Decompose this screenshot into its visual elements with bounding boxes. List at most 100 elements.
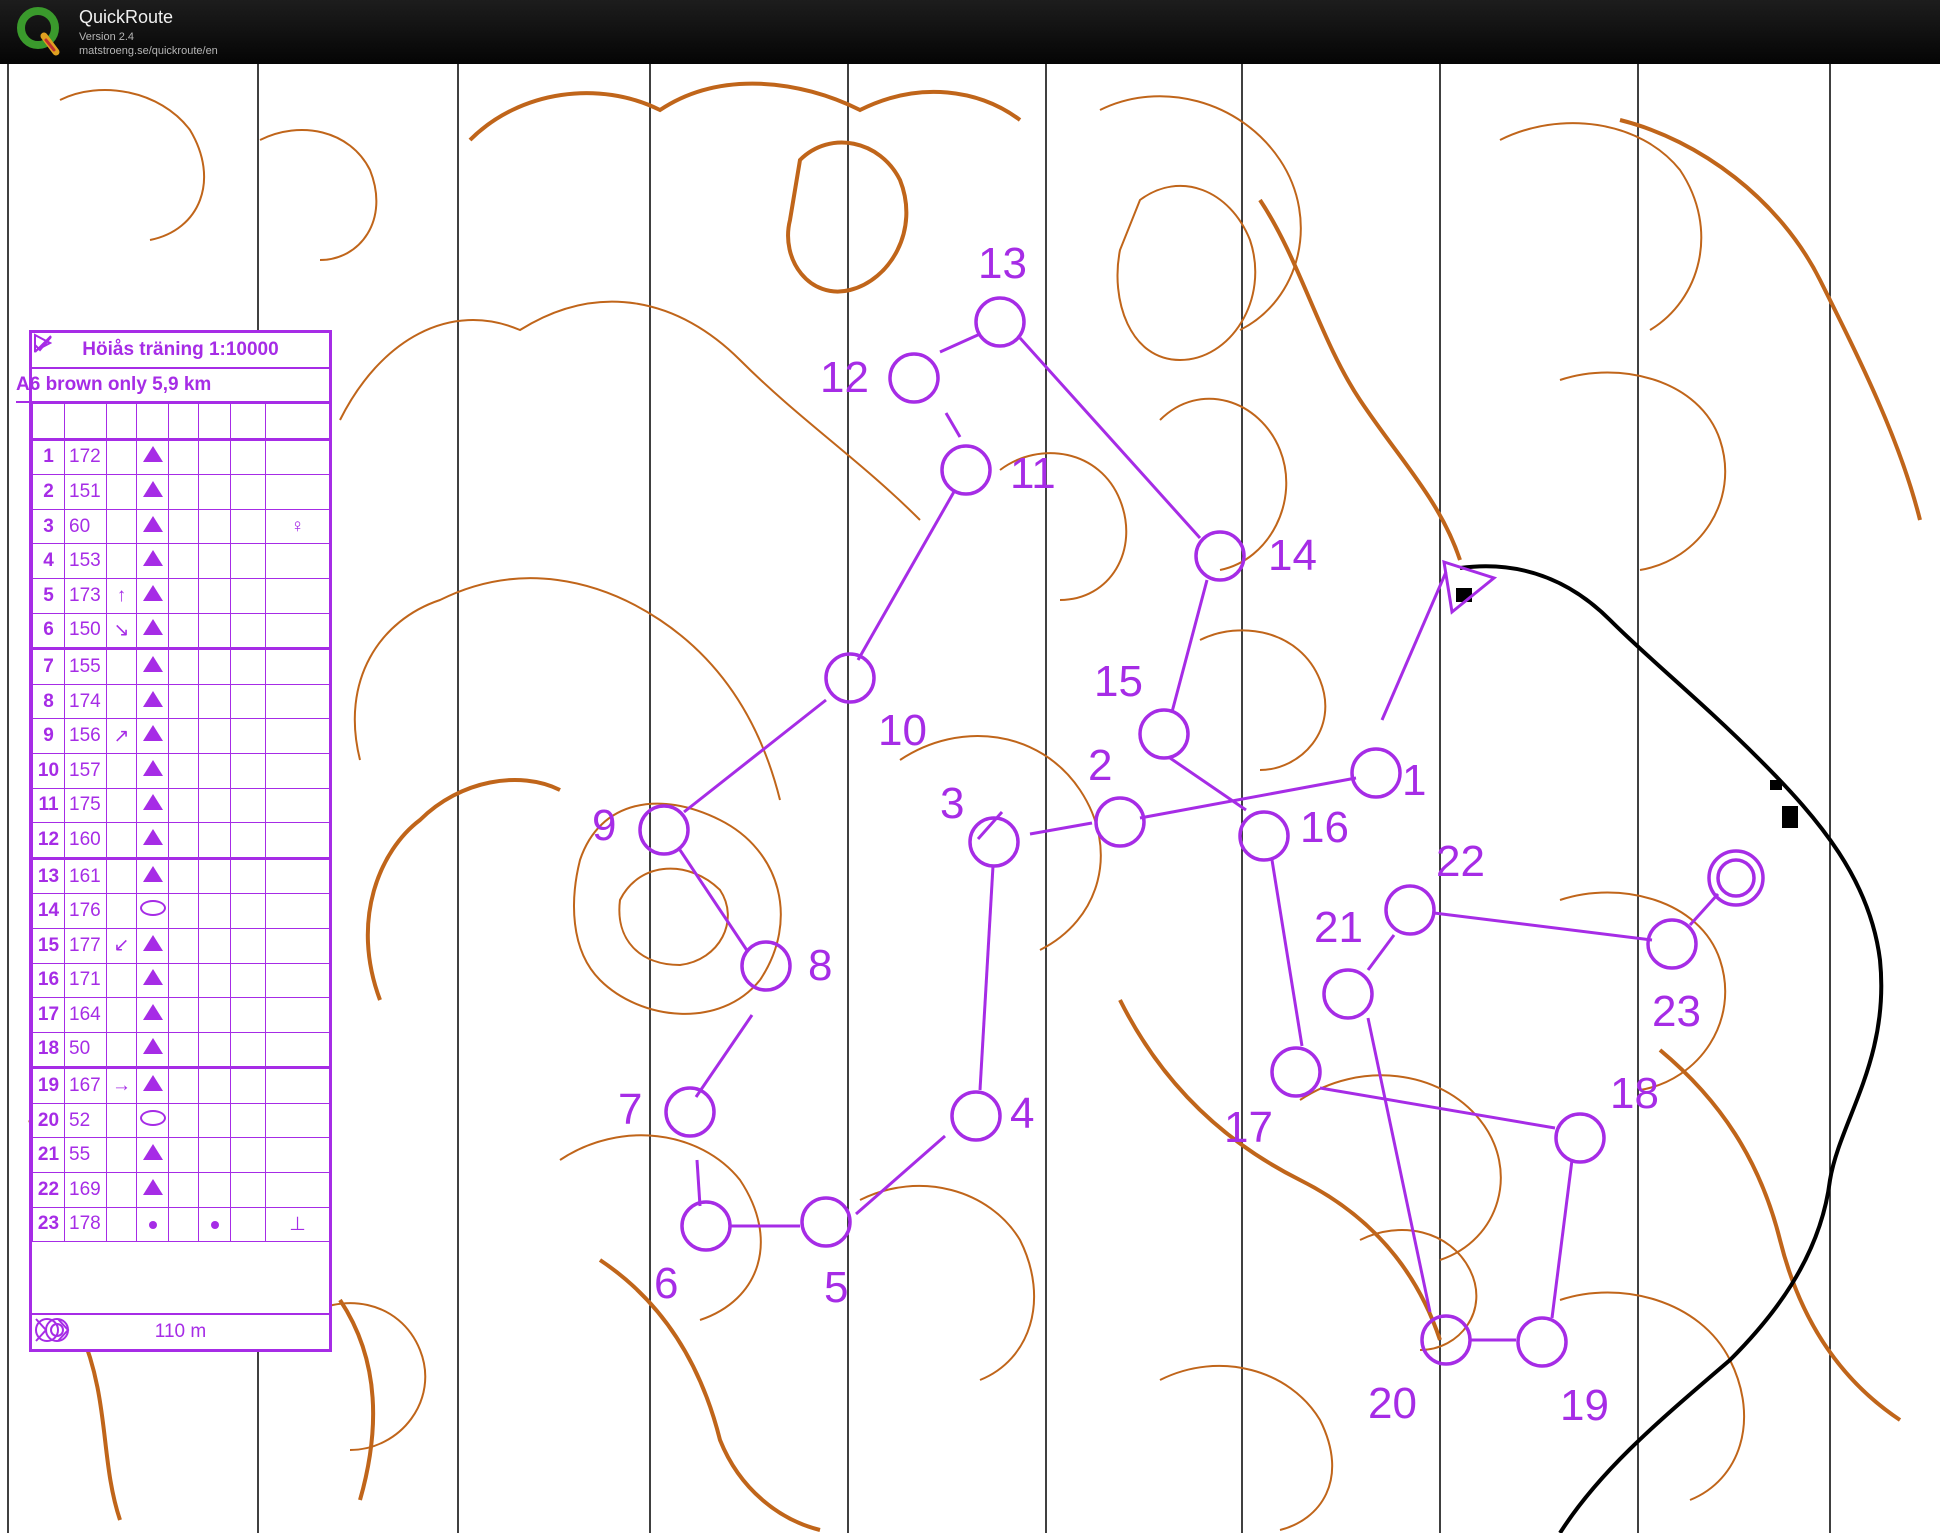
direction-symbol — [106, 474, 137, 510]
triangle-icon — [142, 1144, 163, 1161]
feature-symbol — [136, 1031, 169, 1070]
extra-symbol — [265, 438, 330, 476]
control-code: 167 — [64, 1067, 107, 1104]
control-number-10: 10 — [878, 706, 927, 755]
direction-symbol: ↙ — [106, 927, 137, 964]
control-code: 176 — [64, 893, 107, 929]
feature-symbol — [136, 1137, 169, 1174]
extra-symbol — [265, 1137, 330, 1174]
control-code: 150 — [64, 612, 107, 651]
start-row — [32, 333, 330, 441]
triangle-icon — [142, 655, 163, 672]
building-icon — [1456, 588, 1472, 602]
triangle-icon — [142, 515, 163, 532]
control-description-row: 9 156 ↗ — [32, 718, 330, 754]
control-sequence-number: 4 — [32, 543, 65, 579]
control-sequence-number: 5 — [32, 577, 65, 614]
triangle-icon — [142, 1003, 163, 1020]
direction-symbol — [106, 857, 137, 895]
control-circle-19[interactable] — [1516, 1316, 1568, 1368]
app-url: matstroeng.se/quickroute/en — [79, 45, 218, 57]
check-icon — [34, 336, 266, 441]
feature-symbol — [136, 718, 169, 754]
direction-symbol — [106, 648, 137, 685]
control-circle-6[interactable] — [680, 1200, 732, 1252]
triangle-icon — [142, 1038, 163, 1055]
road-line — [1459, 564, 1884, 1533]
extra-symbol — [265, 1172, 330, 1208]
control-number-13: 13 — [978, 239, 1027, 288]
control-circle-10[interactable] — [824, 652, 876, 704]
control-circle-3[interactable] — [968, 816, 1020, 868]
control-number-4: 4 — [1010, 1089, 1034, 1138]
control-circle-5[interactable] — [800, 1196, 852, 1248]
direction-symbol — [106, 893, 137, 929]
control-code: 157 — [64, 752, 107, 789]
control-code: 161 — [64, 857, 107, 895]
course-name: A6 brown only 5,9 km — [16, 369, 329, 403]
control-circle-4[interactable] — [950, 1090, 1002, 1142]
control-number-5: 5 — [824, 1263, 848, 1312]
control-circle-8[interactable] — [740, 940, 792, 992]
control-sequence-number: 22 — [32, 1172, 65, 1208]
control-sequence-number: 8 — [32, 683, 65, 720]
control-code: 151 — [64, 474, 107, 510]
extra-symbol — [265, 612, 330, 651]
direction-symbol — [106, 822, 137, 860]
control-code: 177 — [64, 927, 107, 964]
extra-symbol — [265, 1067, 330, 1104]
start-triangle-icon — [32, 333, 65, 441]
control-circle-15[interactable] — [1138, 708, 1190, 760]
direction-symbol — [106, 683, 137, 720]
control-circle-18[interactable] — [1554, 1112, 1606, 1164]
control-circle-2[interactable] — [1094, 796, 1146, 848]
app-version: Version 2.4 — [79, 31, 135, 43]
control-numbers: 1 2 3 4 5 6 7 8 9 10 11 12 13 14 15 16 1… — [592, 239, 1701, 1430]
feature-symbol — [136, 474, 169, 510]
control-circle-23[interactable] — [1646, 918, 1698, 970]
control-sequence-number: 3 — [32, 508, 65, 545]
control-circle-12[interactable] — [888, 352, 940, 404]
control-circle-9[interactable] — [638, 804, 690, 856]
control-description-row: 8 174 — [32, 683, 330, 720]
triangle-icon — [142, 1178, 163, 1195]
building-icon — [1782, 806, 1798, 828]
control-sequence-number: 6 — [32, 612, 65, 651]
control-number-7: 7 — [618, 1085, 642, 1134]
triangle-icon — [142, 934, 163, 951]
orienteering-map[interactable]: 1 2 3 4 5 6 7 8 9 10 11 12 13 14 15 16 1… — [0, 64, 1940, 1533]
control-circle-21[interactable] — [1322, 968, 1374, 1020]
control-description-row: 3 60 ♀ — [32, 508, 330, 545]
control-code: 52 — [64, 1102, 107, 1139]
control-description-row: 18 50 — [32, 1031, 330, 1070]
control-circle-16[interactable] — [1238, 810, 1290, 862]
control-circle-22[interactable] — [1384, 884, 1436, 936]
direction-symbol — [106, 787, 137, 824]
control-description-card: Höiås träning 1:10000 A6 brown only 5,9 … — [16, 330, 332, 1352]
control-circle-1[interactable] — [1350, 747, 1402, 799]
direction-symbol — [106, 1206, 137, 1243]
start-triangle-icon — [1442, 559, 1498, 615]
control-sequence-number: 16 — [32, 962, 65, 999]
control-code: 169 — [64, 1172, 107, 1208]
direction-symbol — [106, 1172, 137, 1208]
triangle-icon — [142, 828, 163, 845]
extra-symbol — [265, 577, 330, 614]
direction-symbol: ↘ — [106, 612, 137, 651]
control-circle-17[interactable] — [1270, 1046, 1322, 1098]
control-circle-13[interactable] — [974, 296, 1026, 348]
control-circle-11[interactable] — [940, 444, 992, 496]
control-circle-14[interactable] — [1194, 530, 1246, 582]
control-circle-7[interactable] — [664, 1086, 716, 1138]
control-circle-20[interactable] — [1420, 1314, 1472, 1366]
control-sequence-number: 2 — [32, 474, 65, 510]
control-code: 171 — [64, 962, 107, 999]
control-sequence-number: 17 — [32, 997, 65, 1033]
feature-symbol — [136, 787, 169, 824]
app-title: QuickRoute — [79, 7, 174, 27]
triangle-icon — [142, 865, 163, 882]
direction-symbol — [106, 543, 137, 579]
control-description-row: 1 172 — [32, 438, 330, 476]
feature-symbol — [136, 1102, 169, 1139]
feature-symbol — [136, 857, 169, 895]
